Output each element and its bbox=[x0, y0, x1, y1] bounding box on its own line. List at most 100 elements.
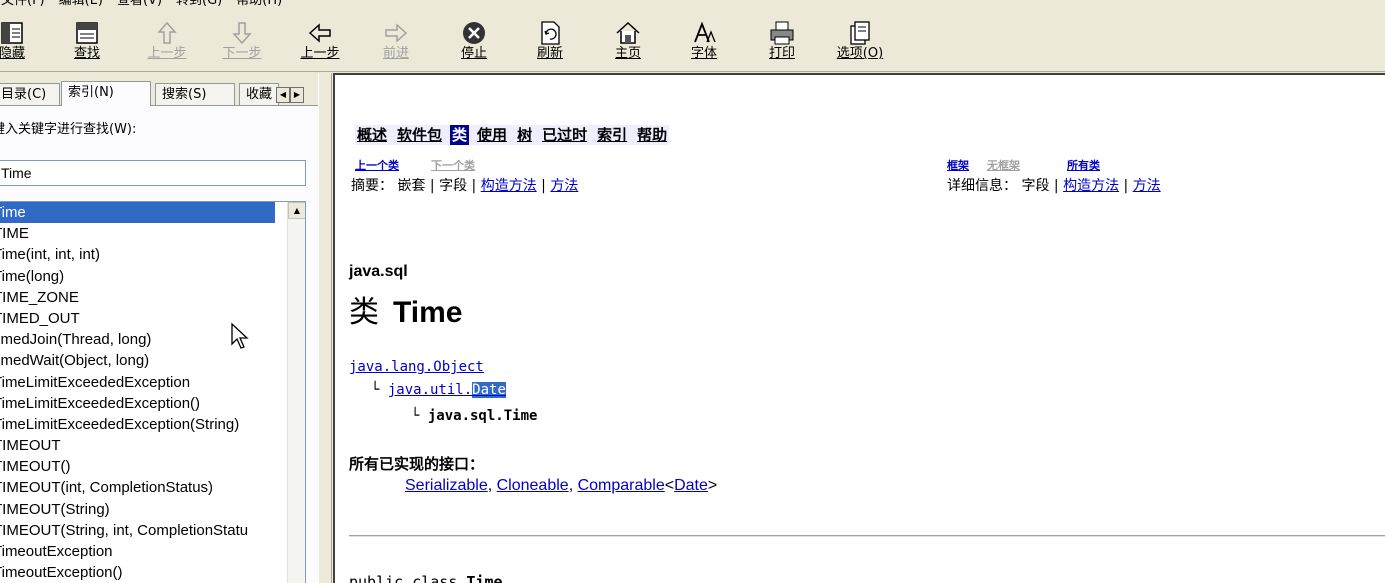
forward-button[interactable]: 前进 bbox=[366, 20, 426, 62]
nav-tree[interactable]: 树 bbox=[515, 125, 534, 145]
divider bbox=[349, 535, 1385, 537]
nav-deprecated[interactable]: 已过时 bbox=[540, 125, 589, 145]
date-param-link[interactable]: Date bbox=[674, 477, 708, 494]
inheritance-object: java.lang.Object bbox=[349, 359, 484, 375]
index-list-item[interactable]: TIME_ZONE bbox=[0, 287, 305, 308]
index-list-item[interactable]: TIMEOUT(int, CompletionStatus) bbox=[0, 477, 305, 498]
index-list[interactable]: TimeTIMETime(int, int, int)Time(long)TIM… bbox=[0, 201, 306, 583]
stop-button[interactable]: 停止 bbox=[444, 20, 504, 62]
package-name: java.sql bbox=[349, 263, 408, 280]
menu-edit[interactable]: 编辑(E) bbox=[52, 0, 110, 11]
back-button[interactable]: 上一步 bbox=[290, 20, 350, 62]
toolbar: 隐藏 查找 上一步 下一步 上一步 前进 停止 刷新 主页 字体 打印 选项(O… bbox=[0, 12, 1385, 72]
index-list-item[interactable]: timedWait(Object, long) bbox=[0, 350, 305, 371]
menu-file[interactable]: 文件(F) bbox=[0, 0, 52, 11]
options-icon bbox=[850, 21, 870, 45]
index-list-item[interactable]: TIMED_OUT bbox=[0, 308, 305, 329]
stop-icon bbox=[463, 22, 485, 44]
prev-class-link[interactable]: 上一个类 bbox=[355, 157, 399, 173]
index-panel: 键入关键字进行查找(W): TimeTIMETime(int, int, int… bbox=[0, 105, 318, 583]
home-button[interactable]: 主页 bbox=[598, 20, 658, 62]
index-list-item[interactable]: TimeoutException() bbox=[0, 562, 305, 583]
tab-index[interactable]: 索引(N) bbox=[61, 81, 151, 106]
separator: | bbox=[1123, 178, 1129, 194]
all-classes-link[interactable]: 所有类 bbox=[1067, 157, 1100, 173]
date-link[interactable]: java.util.Date bbox=[388, 382, 506, 398]
arrow-down-icon bbox=[232, 22, 252, 45]
scroll-up-icon[interactable]: ▲ bbox=[288, 202, 305, 219]
next-class-link: 下一个类 bbox=[431, 159, 475, 172]
menu-help[interactable]: 帮助(H) bbox=[229, 0, 289, 11]
nav-package[interactable]: 软件包 bbox=[395, 125, 444, 145]
summary-nested: 嵌套 bbox=[397, 178, 426, 194]
keyword-input[interactable] bbox=[0, 160, 306, 186]
tab-scroll-right-icon[interactable]: ▶ bbox=[290, 87, 304, 103]
menu-view[interactable]: 查看(V) bbox=[110, 0, 169, 11]
detail-label: 详细信息： bbox=[947, 178, 1017, 194]
summary-method-link[interactable]: 方法 bbox=[550, 178, 578, 194]
index-list-item[interactable]: TIME bbox=[0, 223, 305, 244]
index-list-item[interactable]: TIMEOUT(String, int, CompletionStatu bbox=[0, 520, 305, 541]
tab-search[interactable]: 搜索(S) bbox=[155, 83, 235, 105]
index-scrollbar[interactable]: ▲ bbox=[287, 202, 305, 583]
class-title: 类 Time bbox=[349, 287, 462, 331]
find-button[interactable]: 查找 bbox=[57, 20, 117, 62]
tab-scroll-buttons: ◀ ▶ bbox=[276, 87, 318, 103]
separator: | bbox=[429, 178, 435, 194]
index-list-item[interactable]: TimeoutException bbox=[0, 541, 305, 562]
hide-pane-icon bbox=[1, 22, 23, 44]
no-frames-link: 无框架 bbox=[987, 159, 1020, 172]
inheritance-date: └ java.util.Date bbox=[371, 382, 506, 398]
nav-index[interactable]: 索引 bbox=[595, 125, 629, 145]
class-declaration: public class Time bbox=[349, 573, 503, 583]
separator: | bbox=[471, 178, 477, 194]
cloneable-link[interactable]: Cloneable bbox=[497, 477, 569, 494]
detail-method-link[interactable]: 方法 bbox=[1133, 178, 1161, 194]
index-list-item[interactable]: Time bbox=[0, 202, 275, 224]
comparable-link[interactable]: Comparable bbox=[578, 477, 665, 494]
hide-button[interactable]: 隐藏 bbox=[0, 20, 42, 62]
arrow-right-icon bbox=[385, 23, 408, 43]
class-name: Time bbox=[393, 296, 463, 329]
arrow-left-icon bbox=[308, 23, 331, 43]
summary-constructor-link[interactable]: 构造方法 bbox=[481, 178, 537, 194]
pane-splitter[interactable] bbox=[318, 73, 332, 583]
down-button[interactable]: 下一步 bbox=[212, 20, 272, 62]
class-keyword: 类 bbox=[349, 296, 379, 329]
index-list-item[interactable]: TimeLimitExceededException bbox=[0, 372, 305, 393]
index-list-item[interactable]: TimeLimitExceededException(String) bbox=[0, 414, 305, 435]
tab-favorites[interactable]: 收藏 bbox=[239, 83, 279, 105]
index-list-item[interactable]: Time(long) bbox=[0, 266, 305, 287]
nav-help[interactable]: 帮助 bbox=[635, 125, 669, 145]
help-window: 文件(F) 编辑(E) 查看(V) 转到(G) 帮助(H) 隐藏 查找 上一步 … bbox=[0, 0, 1385, 583]
index-list-item[interactable]: Time(int, int, int) bbox=[0, 244, 305, 265]
up-button[interactable]: 上一步 bbox=[137, 20, 197, 62]
index-list-item[interactable]: TimeLimitExceededException() bbox=[0, 393, 305, 414]
index-list-item[interactable]: TIMEOUT bbox=[0, 435, 305, 456]
nav-use[interactable]: 使用 bbox=[475, 125, 509, 145]
object-link[interactable]: java.lang.Object bbox=[349, 359, 484, 375]
inheritance-self: └ java.sql.Time bbox=[411, 408, 538, 424]
index-list-item[interactable]: TIMEOUT(String) bbox=[0, 499, 305, 520]
tab-contents[interactable]: 目录(C) bbox=[0, 83, 60, 105]
summary-label: 摘要： bbox=[351, 178, 393, 194]
frames-link[interactable]: 框架 bbox=[947, 157, 969, 173]
arrow-up-icon bbox=[157, 21, 177, 44]
print-button[interactable]: 打印 bbox=[752, 20, 812, 62]
options-button[interactable]: 选项(O) bbox=[830, 20, 890, 62]
detail-constructor-link[interactable]: 构造方法 bbox=[1063, 178, 1119, 194]
font-button[interactable]: 字体 bbox=[674, 20, 734, 62]
index-list-item[interactable]: TIMEOUT() bbox=[0, 456, 305, 477]
menu-goto[interactable]: 转到(G) bbox=[169, 0, 229, 11]
find-pane-icon bbox=[76, 22, 98, 44]
detail-line: 详细信息： 字段 | 构造方法 | 方法 bbox=[947, 175, 1161, 195]
refresh-button[interactable]: 刷新 bbox=[520, 20, 580, 62]
interfaces-list: Serializable, Cloneable, Comparable<Date… bbox=[405, 477, 718, 494]
summary-line: 摘要： 嵌套 | 字段 | 构造方法 | 方法 bbox=[351, 175, 578, 195]
interfaces-title: 所有已实现的接口： bbox=[349, 455, 485, 473]
serializable-link[interactable]: Serializable bbox=[405, 477, 488, 494]
index-list-item[interactable]: timedJoin(Thread, long) bbox=[0, 329, 305, 350]
keyword-label: 键入关键字进行查找(W): bbox=[0, 122, 137, 137]
nav-overview[interactable]: 概述 bbox=[355, 125, 389, 145]
tab-scroll-left-icon[interactable]: ◀ bbox=[276, 87, 290, 103]
